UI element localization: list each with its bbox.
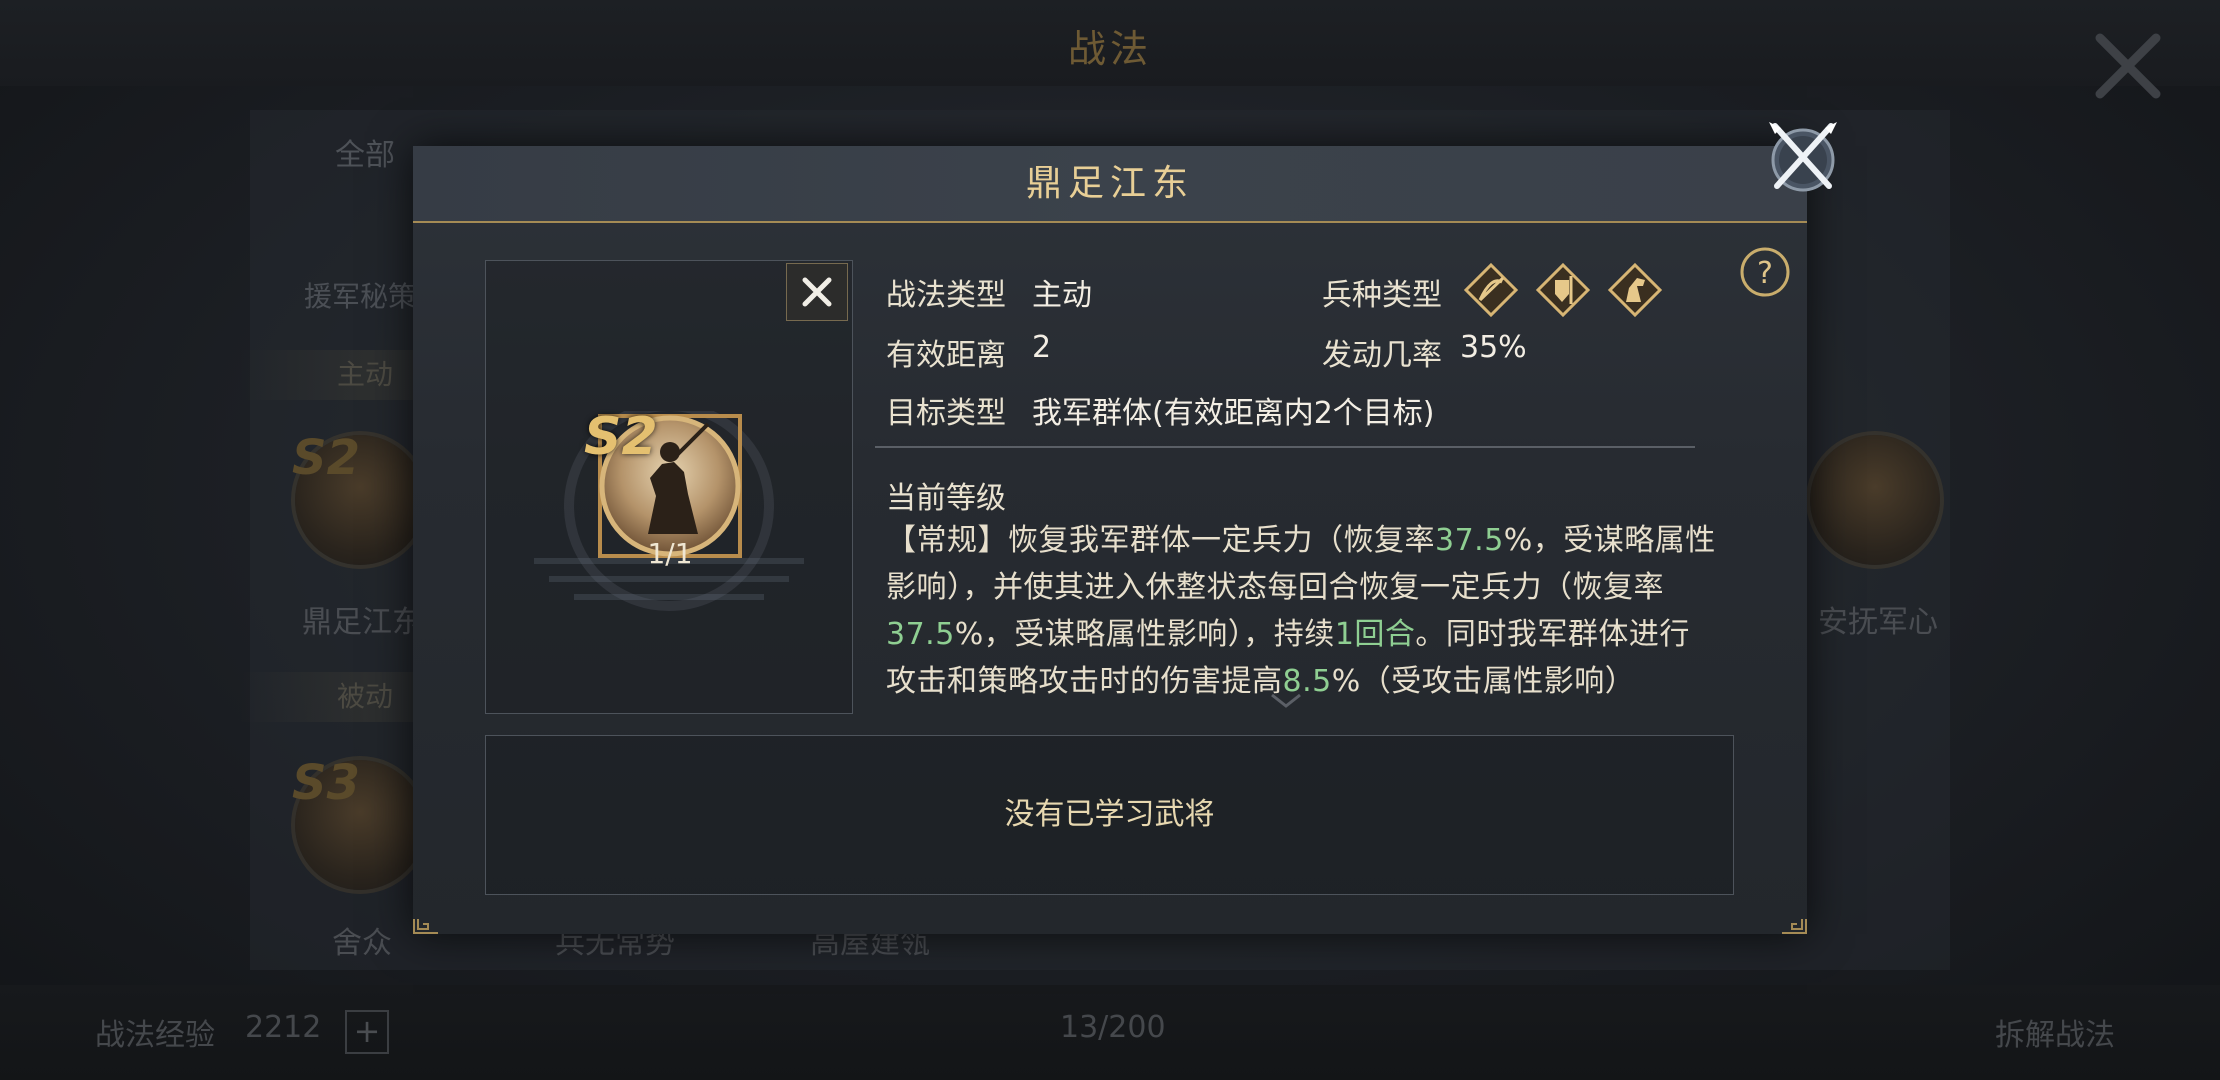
no-learned-generals-text: 没有已学习武将 <box>1004 797 1215 832</box>
target-type-value: 我军群体(有效距离内2个目标) <box>1032 396 1435 431</box>
bg-screen-title: 战法 <box>1067 27 1152 71</box>
crossed-swords-close-icon[interactable] <box>1763 116 1843 196</box>
svg-text:?: ? <box>1757 256 1773 291</box>
description-text: 【常规】恢复我军群体一定兵力（恢复率 <box>886 523 1435 558</box>
dialog-header: 鼎足江东 <box>413 146 1807 223</box>
bg-page-indicator: 13/200 <box>1060 1010 1166 1045</box>
bg-skill-card-name: 安抚军心 <box>1818 605 1938 640</box>
skill-count: 1/1 <box>647 537 693 570</box>
remove-skill-button[interactable] <box>786 263 848 321</box>
range-label: 有效距离 <box>886 338 1006 373</box>
bg-close-icon <box>2095 33 2161 99</box>
bg-skill-card-grade: S3 <box>292 755 360 811</box>
bg-exp-label: 战法经验 <box>95 1018 215 1053</box>
corner-ornament-icon <box>413 919 438 934</box>
bg-add-exp-button[interactable]: + <box>345 1010 389 1054</box>
bg-decompose-button[interactable]: 拆解战法 <box>1995 1010 2115 1054</box>
description-text: %，受谋略属性影响），持续 <box>954 617 1335 652</box>
shield-infantry-icon <box>1535 262 1591 318</box>
skill-detail-dialog: 鼎足江东 ? S2 1/1 战法类型 主动 兵种类型 有效距离 2 发动几率 3… <box>413 122 1837 934</box>
bg-top-bar: 战法 <box>0 0 2220 99</box>
bg-skill-card-avatar[interactable] <box>1810 435 1940 565</box>
bow-cavalry-icon <box>1463 262 1519 318</box>
skill-description: 【常规】恢复我军群体一定兵力（恢复率37.5%，受谋略属性影响），并使其进入休整… <box>886 517 1716 705</box>
highlight-value: 37.5 <box>1435 523 1504 558</box>
divider <box>875 446 1695 448</box>
highlight-value: 1回合 <box>1334 617 1416 652</box>
tactic-type-label: 战法类型 <box>886 278 1006 313</box>
bg-exp-value: 2212 <box>245 1010 322 1045</box>
skill-icon-panel: S2 1/1 <box>485 260 853 714</box>
highlight-value: 37.5 <box>886 617 955 652</box>
target-type-label: 目标类型 <box>886 396 1006 431</box>
skill-grade-badge: S2 <box>584 407 658 467</box>
learned-generals-panel: 没有已学习武将 <box>485 735 1734 895</box>
chevron-down-icon <box>1271 693 1301 708</box>
current-level-title: 当前等级 <box>886 481 1006 516</box>
horse-cavalry-icon <box>1607 262 1663 318</box>
corner-ornament-icon <box>1782 919 1807 934</box>
troop-type-label: 兵种类型 <box>1322 278 1442 313</box>
description-text: %（受攻击属性影响） <box>1331 664 1636 699</box>
close-icon <box>802 277 832 307</box>
help-icon[interactable]: ? <box>1739 246 1791 298</box>
bg-skill-card-grade: S2 <box>292 430 360 486</box>
trigger-rate-label: 发动几率 <box>1322 338 1442 373</box>
tactic-type-value: 主动 <box>1032 278 1092 313</box>
trigger-rate-value: 35% <box>1460 330 1527 365</box>
dialog-title: 鼎足江东 <box>1025 163 1194 204</box>
range-value: 2 <box>1032 330 1052 365</box>
